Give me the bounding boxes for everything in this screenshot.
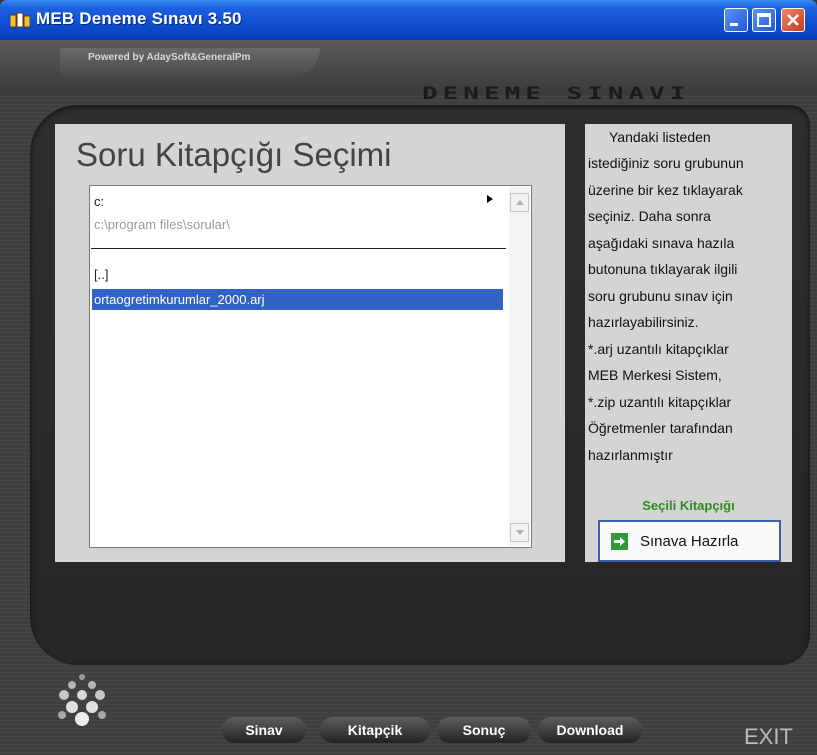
exit-button[interactable]: EXIT: [744, 724, 793, 750]
scroll-down-button[interactable]: [510, 523, 529, 542]
minimize-icon: [730, 23, 738, 26]
window-title: MEB Deneme Sınavı 3.50: [36, 9, 242, 28]
title-bar[interactable]: MEB Deneme Sınavı 3.50: [0, 0, 817, 40]
instruction-line: *.zip uzantılı kitapçıklar: [588, 394, 732, 410]
instruction-line: butonuna tıklayarak ilgili: [588, 261, 738, 277]
instruction-line: hazırlayabilirsiniz.: [588, 314, 699, 330]
prepare-exam-button[interactable]: Sınava Hazırla: [598, 520, 781, 562]
app-icon: [10, 12, 30, 28]
list-item-selected[interactable]: ortaogretimkurumlar_2000.arj: [92, 289, 503, 310]
nav-download[interactable]: Download: [538, 717, 642, 743]
nav-sinav[interactable]: Sinav: [222, 717, 306, 743]
chevron-down-icon: [516, 530, 524, 535]
instruction-line: Öğretmenler tarafından: [588, 420, 733, 436]
instruction-line: istediğiniz soru grubunun: [588, 155, 744, 171]
instruction-line: *.arj uzantılı kitapçıklar: [588, 341, 729, 357]
nav-sonuc[interactable]: Sonuç: [437, 717, 531, 743]
drive-selector[interactable]: c:: [94, 194, 104, 209]
powered-by-text: Powered by AdaySoft&GeneralPm: [88, 52, 251, 63]
close-button[interactable]: [781, 8, 805, 32]
instruction-line: üzerine bir kez tıklayarak: [588, 182, 743, 198]
prepare-exam-label: Sınava Hazırla: [640, 533, 739, 550]
selected-booklet-label: Seçili Kitapçığı: [642, 498, 735, 513]
nav-kitapcik[interactable]: Kitapçik: [320, 717, 430, 743]
path-divider: [91, 248, 506, 249]
drive-arrow-icon[interactable]: [487, 195, 493, 203]
chevron-up-icon: [516, 200, 524, 205]
minimize-button[interactable]: [724, 8, 748, 32]
list-item-parent[interactable]: [..]: [94, 264, 108, 285]
maximize-button[interactable]: [752, 8, 776, 32]
instruction-line: seçiniz. Daha sonra: [588, 208, 711, 224]
listbox-scrollbar[interactable]: [509, 187, 530, 546]
file-listbox[interactable]: c: c:\program files\sorular\ [..] ortaog…: [89, 185, 532, 548]
brand-logo-text: DENEME SINAVI: [422, 84, 691, 104]
instruction-line: hazırlanmıştır: [588, 447, 673, 463]
instruction-line: Yandaki listeden: [609, 129, 711, 145]
page-title: Soru Kitapçığı Seçimi: [76, 136, 392, 173]
scroll-up-button[interactable]: [510, 193, 529, 212]
instruction-line: aşağıdaki sınava hazıla: [588, 235, 735, 251]
app-logo-icon: [58, 674, 106, 726]
arrow-right-icon: [611, 533, 628, 550]
maximize-icon: [757, 13, 771, 27]
app-window: MEB Deneme Sınavı 3.50 Powered by AdaySo…: [0, 0, 817, 755]
current-path: c:\program files\sorular\: [94, 217, 230, 232]
instruction-line: MEB Merkesi Sistem,: [588, 367, 722, 383]
close-icon: [787, 14, 799, 26]
instruction-line: soru grubunu sınav için: [588, 288, 733, 304]
